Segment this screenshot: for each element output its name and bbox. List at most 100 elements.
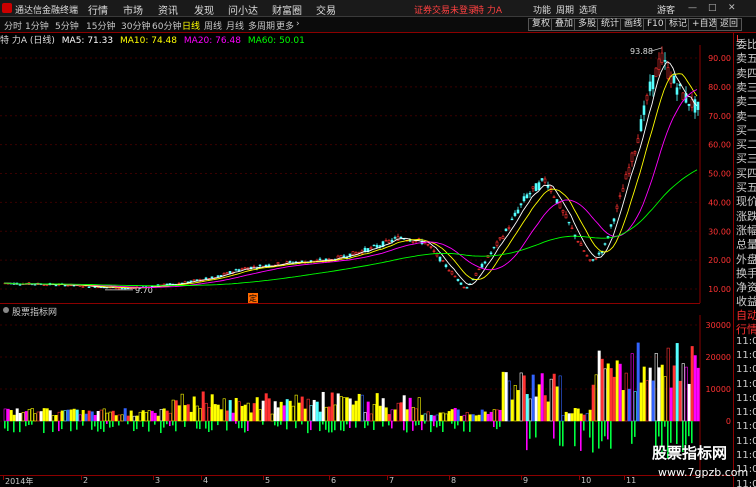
- indicator-neg-bar: [463, 421, 465, 432]
- period-weekly[interactable]: 周线: [204, 19, 222, 32]
- indicator-bar: [444, 413, 448, 422]
- indicator-neg-bar: [106, 421, 108, 424]
- menu-period[interactable]: 周期: [556, 3, 574, 16]
- indicator-neg-bar: [610, 421, 612, 449]
- indicator-neg-bar: [559, 421, 561, 446]
- quote-side-panel: L 委比 卖五 卖四 卖三 卖二 卖一 买一 买二 买三 买四 买五 现价 涨跌 涨幅 总量 外盘 换手 净资 收益自…: [733, 33, 756, 487]
- candle-body: [342, 255, 346, 258]
- period-60min[interactable]: 60分钟: [152, 19, 181, 32]
- period-30min[interactable]: 30分钟: [121, 19, 150, 32]
- login-notice[interactable]: 证券交易未登录: [414, 3, 477, 16]
- candle-body: [33, 284, 37, 286]
- menu-market[interactable]: 市场: [123, 2, 143, 17]
- indicator-bar: [117, 414, 121, 422]
- app-name: 通达信金融终端: [15, 6, 79, 16]
- menu-quotes[interactable]: 行情: [88, 2, 108, 17]
- indicator-neg-bar: [277, 421, 279, 427]
- indicator-neg-bar: [340, 421, 342, 431]
- period-daily[interactable]: 日线: [182, 19, 200, 32]
- price-tick-label: 10.00: [708, 285, 731, 294]
- indicator-bar: [441, 412, 445, 422]
- menu-wealth[interactable]: 财富圈: [272, 2, 302, 17]
- indicator-bar: [462, 414, 466, 422]
- indicator-bar: [189, 411, 193, 422]
- menu-trade[interactable]: 交易: [316, 2, 336, 17]
- period-more[interactable]: 更多: [276, 19, 294, 32]
- indicator-bar: [231, 412, 235, 422]
- indicator-neg-bar: [43, 421, 45, 434]
- indicator-bar: [525, 394, 529, 422]
- candlestick-chart[interactable]: 93.889.70定 90.0080.0070.0060.0050.0040.0…: [0, 33, 733, 303]
- close-icon[interactable]: ✕: [728, 3, 736, 13]
- indicator-bar: [141, 410, 145, 422]
- indicator-bar: [663, 376, 667, 422]
- side-item: 11:08: [736, 335, 756, 347]
- candle-body: [378, 245, 382, 247]
- indicator-bar: [588, 409, 592, 422]
- candle-body: [351, 251, 355, 255]
- candle-body: [594, 258, 598, 260]
- indicator-neg-bar: [391, 421, 393, 429]
- minimize-icon[interactable]: —: [688, 3, 697, 13]
- indicator-bar: [384, 407, 388, 422]
- candle-body: [117, 287, 121, 290]
- indicator-bar: [174, 400, 178, 422]
- period-5min[interactable]: 5分钟: [55, 19, 79, 32]
- more-arrow-icon[interactable]: ›: [296, 19, 300, 29]
- indicator-bar: [372, 404, 376, 422]
- candle-body: [576, 241, 580, 243]
- f10-button[interactable]: F10: [643, 18, 668, 31]
- candle-body: [258, 264, 262, 267]
- indicator-bar: [624, 372, 628, 422]
- time-tick: 3: [152, 476, 161, 485]
- menu-news[interactable]: 资讯: [158, 2, 178, 17]
- indicator-dot-icon[interactable]: [3, 307, 9, 313]
- indicator-neg-bar: [109, 421, 111, 428]
- period-multi[interactable]: 多周期: [248, 19, 275, 32]
- indicator-neg-bar: [421, 421, 423, 431]
- indicator-bar: [33, 413, 37, 422]
- indicator-neg-bar: [247, 421, 249, 432]
- menu-discover[interactable]: 发现: [194, 2, 214, 17]
- candle-body: [435, 253, 439, 257]
- period-toolbar: 分时 1分钟 5分钟 15分钟 30分钟 60分钟 日线 周线 月线 多周期 更…: [0, 17, 756, 33]
- indicator-title[interactable]: 股票指标网: [12, 305, 57, 318]
- candle-body: [531, 186, 535, 189]
- period-intraday[interactable]: 分时: [4, 19, 22, 32]
- indicator-bar: [609, 368, 613, 422]
- indicator-neg-bar: [526, 421, 528, 451]
- indicator-bar: [570, 413, 574, 422]
- maximize-icon[interactable]: □: [708, 3, 717, 13]
- candle-body: [264, 264, 268, 267]
- indicator-bar: [579, 413, 583, 422]
- indicator-neg-bar: [349, 421, 351, 428]
- indicator-bar: [594, 374, 598, 422]
- period-1min[interactable]: 1分钟: [25, 19, 49, 32]
- indicator-neg-bar: [373, 421, 375, 430]
- indicator-neg-bar: [604, 421, 606, 437]
- indicator-bar: [558, 375, 562, 422]
- stock-period-label: 特 力A (日线): [0, 36, 55, 46]
- candle-body: [426, 244, 430, 246]
- indicator-neg-bar: [94, 421, 96, 427]
- indicator-bar: [129, 410, 133, 422]
- candle-body: [504, 228, 508, 232]
- candle-body: [510, 218, 514, 221]
- indicator-bar: [300, 396, 304, 422]
- menu-options[interactable]: 选项: [579, 3, 597, 16]
- indicator-bar: [78, 414, 82, 422]
- watermark-url: www.7gpzb.com: [658, 466, 749, 479]
- menu-function[interactable]: 功能: [533, 3, 551, 16]
- price-tick-label: 70.00: [708, 112, 731, 121]
- period-monthly[interactable]: 月线: [226, 19, 244, 32]
- candle-body: [657, 58, 661, 70]
- menu-ask[interactable]: 问小达: [228, 2, 258, 17]
- guest-label[interactable]: 游客: [657, 3, 675, 16]
- period-15min[interactable]: 15分钟: [86, 19, 115, 32]
- indicator-chart[interactable]: 30000 20000 10000 0: [0, 303, 733, 475]
- indicator-neg-bar: [364, 421, 366, 429]
- indicator-neg-bar: [166, 421, 168, 425]
- indicator-bar: [486, 414, 490, 422]
- back-button[interactable]: 返回: [716, 18, 743, 31]
- indicator-bar: [36, 411, 40, 422]
